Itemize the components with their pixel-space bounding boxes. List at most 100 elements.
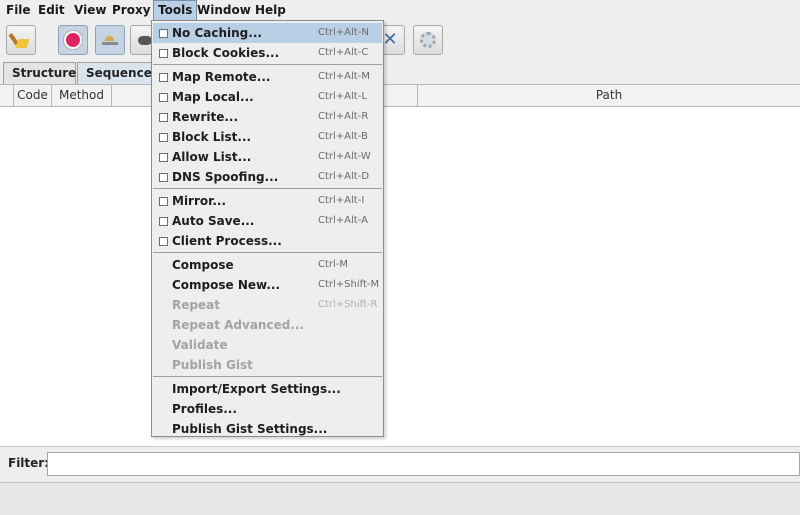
menu-item-dns-spoofing[interactable]: DNS Spoofing... Ctrl+Alt-D	[153, 167, 382, 187]
menu-item-block-cookies[interactable]: Block Cookies... Ctrl+Alt-C	[153, 43, 382, 63]
checkbox-icon	[159, 49, 168, 58]
menu-item-label: Publish Gist Settings...	[172, 422, 328, 436]
column-code[interactable]: Code	[14, 85, 52, 106]
menu-item-shortcut: Ctrl+Alt-N	[318, 27, 369, 38]
tools-icon: ✕	[382, 29, 398, 50]
menu-item-label: Rewrite...	[172, 110, 239, 124]
menu-item-shortcut: Ctrl+Shift-M	[318, 279, 380, 290]
menu-separator	[153, 188, 382, 189]
checkbox-icon	[159, 113, 168, 122]
menu-item-label: Compose New...	[172, 278, 281, 292]
menu-item-label: Block Cookies...	[172, 46, 280, 60]
checkbox-icon	[159, 93, 168, 102]
menu-item-label: Compose	[172, 258, 234, 272]
menu-item-allow-list[interactable]: Allow List... Ctrl+Alt-W	[153, 147, 382, 167]
sequence-table: Code Method Path	[0, 84, 800, 446]
broom-icon	[13, 32, 29, 48]
menu-tools[interactable]: Tools	[153, 0, 198, 21]
menu-item-label: Mirror...	[172, 194, 227, 208]
menu-item-rewrite[interactable]: Rewrite... Ctrl+Alt-R	[153, 107, 382, 127]
menu-item-client-process[interactable]: Client Process...	[153, 231, 382, 251]
menu-item-label: No Caching...	[172, 26, 262, 40]
status-bar	[0, 482, 800, 515]
filter-label: Filter:	[8, 456, 50, 470]
checkbox-icon	[159, 133, 168, 142]
menu-item-block-list[interactable]: Block List... Ctrl+Alt-B	[153, 127, 382, 147]
menu-item-label: Allow List...	[172, 150, 252, 164]
menu-item-label: Map Local...	[172, 90, 254, 104]
menu-item-shortcut: Ctrl+Alt-L	[318, 91, 367, 102]
menu-item-label: Validate	[172, 338, 228, 352]
menu-item-shortcut: Ctrl+Shift-R	[318, 299, 378, 310]
menu-item-label: Map Remote...	[172, 70, 271, 84]
menu-separator	[153, 64, 382, 65]
menu-view[interactable]: View	[70, 0, 110, 21]
menu-help[interactable]: Help	[251, 0, 290, 21]
settings-icon	[420, 32, 436, 48]
checkbox-icon	[159, 153, 168, 162]
checkbox-icon	[159, 237, 168, 246]
menu-item-label: Repeat	[172, 298, 220, 312]
view-tabs: Structure Sequence	[0, 62, 800, 84]
menu-item-shortcut: Ctrl+Alt-A	[318, 215, 368, 226]
record-button[interactable]	[58, 25, 88, 55]
header-spacer	[0, 85, 14, 106]
filter-input[interactable]	[47, 452, 800, 476]
checkbox-icon	[159, 217, 168, 226]
menu-item-label: Repeat Advanced...	[172, 318, 304, 332]
menu-item-label: Profiles...	[172, 402, 237, 416]
menu-edit[interactable]: Edit	[34, 0, 69, 21]
menu-item-shortcut: Ctrl+Alt-B	[318, 131, 368, 142]
menu-file[interactable]: File	[2, 0, 35, 21]
checkbox-icon	[159, 197, 168, 206]
menu-item-publish-gist[interactable]: Publish Gist	[153, 355, 382, 375]
menu-item-compose-new[interactable]: Compose New... Ctrl+Shift-M	[153, 275, 382, 295]
menu-item-repeat[interactable]: Repeat Ctrl+Shift-R	[153, 295, 382, 315]
menu-item-label: Publish Gist	[172, 358, 253, 372]
menu-item-label: Auto Save...	[172, 214, 255, 228]
clear-session-button[interactable]	[6, 25, 36, 55]
menu-item-shortcut: Ctrl+Alt-D	[318, 171, 370, 182]
menu-item-map-remote[interactable]: Map Remote... Ctrl+Alt-M	[153, 67, 382, 87]
checkbox-icon	[159, 73, 168, 82]
menu-item-label: Import/Export Settings...	[172, 382, 341, 396]
tab-structure[interactable]: Structure	[3, 62, 76, 84]
menu-item-import-export-settings[interactable]: Import/Export Settings...	[153, 379, 382, 399]
checkbox-icon	[159, 173, 168, 182]
settings-button[interactable]	[413, 25, 443, 55]
menu-item-shortcut: Ctrl+Alt-W	[318, 151, 371, 162]
menu-item-label: DNS Spoofing...	[172, 170, 279, 184]
menu-item-no-caching[interactable]: No Caching... Ctrl+Alt-N	[153, 23, 382, 43]
toolbar: ✕	[0, 21, 800, 59]
column-path[interactable]: Path	[418, 85, 800, 106]
menu-item-shortcut: Ctrl+Alt-I	[318, 195, 365, 206]
menu-item-repeat-advanced[interactable]: Repeat Advanced...	[153, 315, 382, 335]
menu-item-shortcut: Ctrl-M	[318, 259, 349, 270]
menu-item-compose[interactable]: Compose Ctrl-M	[153, 255, 382, 275]
menu-item-validate[interactable]: Validate	[153, 335, 382, 355]
table-header: Code Method Path	[0, 85, 800, 107]
menu-item-label: Client Process...	[172, 234, 282, 248]
menu-separator	[153, 252, 382, 253]
menu-item-publish-gist-settings[interactable]: Publish Gist Settings...	[153, 419, 382, 439]
menu-item-label: Block List...	[172, 130, 252, 144]
checkbox-icon	[159, 29, 168, 38]
menu-item-auto-save[interactable]: Auto Save... Ctrl+Alt-A	[153, 211, 382, 231]
throttle-icon	[102, 35, 118, 45]
breakpoint-icon	[138, 35, 152, 45]
menu-item-map-local[interactable]: Map Local... Ctrl+Alt-L	[153, 87, 382, 107]
menu-proxy[interactable]: Proxy	[108, 0, 155, 21]
record-icon	[66, 33, 80, 47]
menu-item-shortcut: Ctrl+Alt-C	[318, 47, 369, 58]
filter-bar: Filter:	[0, 446, 800, 480]
tab-sequence[interactable]: Sequence	[77, 62, 152, 84]
tools-menu-dropdown: No Caching... Ctrl+Alt-N Block Cookies..…	[151, 20, 384, 437]
menu-separator	[153, 376, 382, 377]
column-method[interactable]: Method	[52, 85, 112, 106]
menu-window[interactable]: Window	[193, 0, 255, 21]
menubar: File Edit View Proxy Tools Window Help	[0, 0, 800, 21]
menu-item-mirror[interactable]: Mirror... Ctrl+Alt-I	[153, 191, 382, 211]
throttle-button[interactable]	[95, 25, 125, 55]
menu-item-profiles[interactable]: Profiles...	[153, 399, 382, 419]
menu-item-shortcut: Ctrl+Alt-M	[318, 71, 370, 82]
